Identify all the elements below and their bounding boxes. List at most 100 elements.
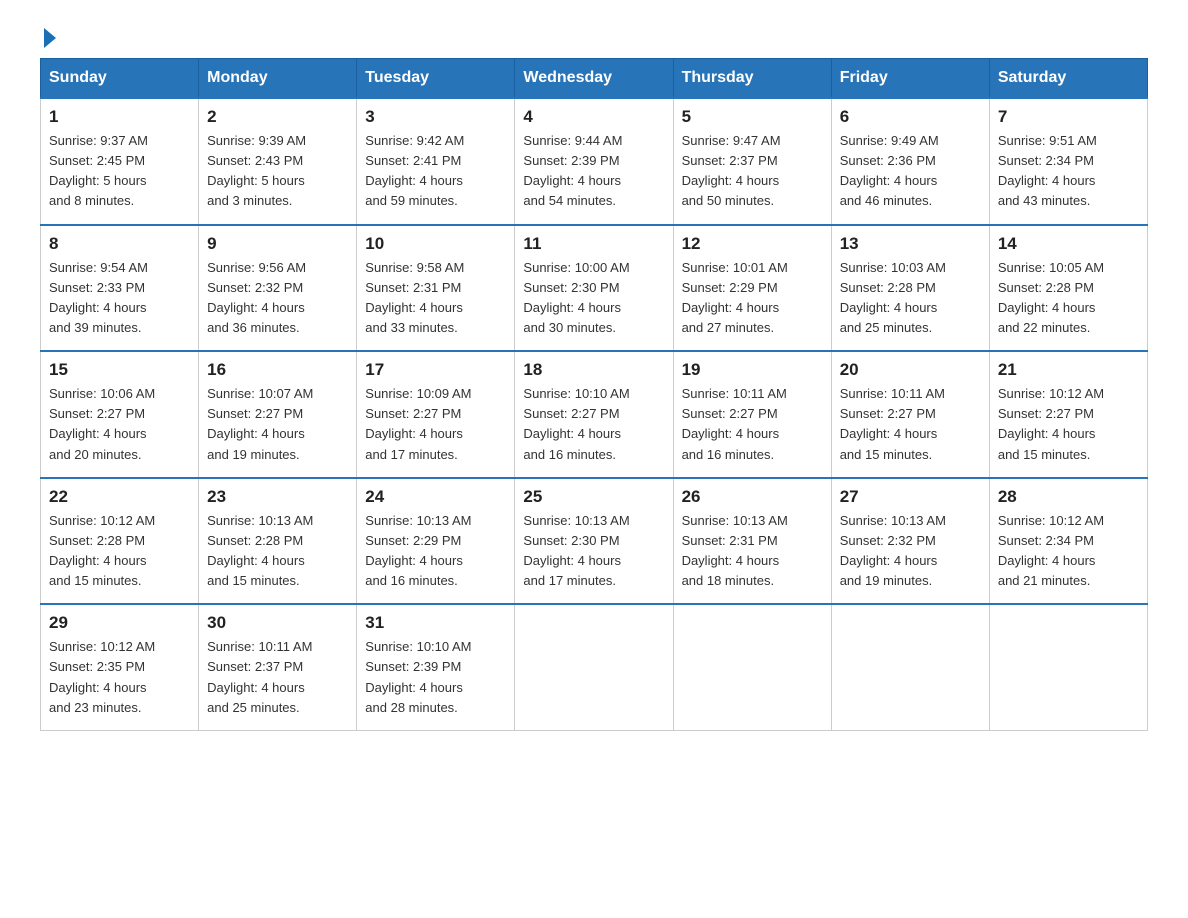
day-info: Sunrise: 10:13 AMSunset: 2:29 PMDaylight… — [365, 511, 506, 592]
calendar-week-2: 8 Sunrise: 9:54 AMSunset: 2:33 PMDayligh… — [41, 225, 1148, 352]
calendar-cell: 6 Sunrise: 9:49 AMSunset: 2:36 PMDayligh… — [831, 98, 989, 225]
calendar-cell: 11 Sunrise: 10:00 AMSunset: 2:30 PMDayli… — [515, 225, 673, 352]
day-info: Sunrise: 9:42 AMSunset: 2:41 PMDaylight:… — [365, 131, 506, 212]
calendar-cell: 26 Sunrise: 10:13 AMSunset: 2:31 PMDayli… — [673, 478, 831, 605]
day-number: 23 — [207, 487, 348, 507]
day-number: 31 — [365, 613, 506, 633]
calendar-cell: 5 Sunrise: 9:47 AMSunset: 2:37 PMDayligh… — [673, 98, 831, 225]
day-info: Sunrise: 10:10 AMSunset: 2:27 PMDaylight… — [523, 384, 664, 465]
day-number: 8 — [49, 234, 190, 254]
calendar-cell: 20 Sunrise: 10:11 AMSunset: 2:27 PMDayli… — [831, 351, 989, 478]
day-info: Sunrise: 10:13 AMSunset: 2:32 PMDaylight… — [840, 511, 981, 592]
day-number: 18 — [523, 360, 664, 380]
page-header — [40, 30, 1148, 48]
day-number: 20 — [840, 360, 981, 380]
day-info: Sunrise: 10:12 AMSunset: 2:27 PMDaylight… — [998, 384, 1139, 465]
day-info: Sunrise: 10:05 AMSunset: 2:28 PMDaylight… — [998, 258, 1139, 339]
day-number: 10 — [365, 234, 506, 254]
day-number: 16 — [207, 360, 348, 380]
calendar-cell: 25 Sunrise: 10:13 AMSunset: 2:30 PMDayli… — [515, 478, 673, 605]
day-info: Sunrise: 9:56 AMSunset: 2:32 PMDaylight:… — [207, 258, 348, 339]
calendar-cell: 18 Sunrise: 10:10 AMSunset: 2:27 PMDayli… — [515, 351, 673, 478]
calendar-cell — [515, 604, 673, 730]
calendar-cell: 30 Sunrise: 10:11 AMSunset: 2:37 PMDayli… — [199, 604, 357, 730]
calendar-cell: 9 Sunrise: 9:56 AMSunset: 2:32 PMDayligh… — [199, 225, 357, 352]
calendar-cell: 19 Sunrise: 10:11 AMSunset: 2:27 PMDayli… — [673, 351, 831, 478]
day-number: 13 — [840, 234, 981, 254]
day-number: 27 — [840, 487, 981, 507]
calendar-cell: 21 Sunrise: 10:12 AMSunset: 2:27 PMDayli… — [989, 351, 1147, 478]
day-number: 6 — [840, 107, 981, 127]
weekday-header-tuesday: Tuesday — [357, 59, 515, 99]
day-number: 2 — [207, 107, 348, 127]
day-info: Sunrise: 10:00 AMSunset: 2:30 PMDaylight… — [523, 258, 664, 339]
calendar-cell: 24 Sunrise: 10:13 AMSunset: 2:29 PMDayli… — [357, 478, 515, 605]
day-number: 12 — [682, 234, 823, 254]
calendar-cell: 27 Sunrise: 10:13 AMSunset: 2:32 PMDayli… — [831, 478, 989, 605]
day-number: 24 — [365, 487, 506, 507]
calendar-cell: 3 Sunrise: 9:42 AMSunset: 2:41 PMDayligh… — [357, 98, 515, 225]
day-number: 22 — [49, 487, 190, 507]
day-info: Sunrise: 10:13 AMSunset: 2:30 PMDaylight… — [523, 511, 664, 592]
calendar-table: SundayMondayTuesdayWednesdayThursdayFrid… — [40, 58, 1148, 731]
day-number: 28 — [998, 487, 1139, 507]
calendar-cell: 10 Sunrise: 9:58 AMSunset: 2:31 PMDaylig… — [357, 225, 515, 352]
day-info: Sunrise: 9:58 AMSunset: 2:31 PMDaylight:… — [365, 258, 506, 339]
weekday-header-row: SundayMondayTuesdayWednesdayThursdayFrid… — [41, 59, 1148, 99]
day-info: Sunrise: 10:13 AMSunset: 2:31 PMDaylight… — [682, 511, 823, 592]
day-info: Sunrise: 10:09 AMSunset: 2:27 PMDaylight… — [365, 384, 506, 465]
day-info: Sunrise: 9:39 AMSunset: 2:43 PMDaylight:… — [207, 131, 348, 212]
day-number: 11 — [523, 234, 664, 254]
day-info: Sunrise: 10:11 AMSunset: 2:27 PMDaylight… — [682, 384, 823, 465]
calendar-cell: 23 Sunrise: 10:13 AMSunset: 2:28 PMDayli… — [199, 478, 357, 605]
calendar-cell: 4 Sunrise: 9:44 AMSunset: 2:39 PMDayligh… — [515, 98, 673, 225]
calendar-cell: 2 Sunrise: 9:39 AMSunset: 2:43 PMDayligh… — [199, 98, 357, 225]
day-info: Sunrise: 10:10 AMSunset: 2:39 PMDaylight… — [365, 637, 506, 718]
calendar-cell: 8 Sunrise: 9:54 AMSunset: 2:33 PMDayligh… — [41, 225, 199, 352]
day-info: Sunrise: 10:11 AMSunset: 2:37 PMDaylight… — [207, 637, 348, 718]
weekday-header-friday: Friday — [831, 59, 989, 99]
calendar-cell: 14 Sunrise: 10:05 AMSunset: 2:28 PMDayli… — [989, 225, 1147, 352]
calendar-week-4: 22 Sunrise: 10:12 AMSunset: 2:28 PMDayli… — [41, 478, 1148, 605]
day-number: 25 — [523, 487, 664, 507]
calendar-cell: 29 Sunrise: 10:12 AMSunset: 2:35 PMDayli… — [41, 604, 199, 730]
logo-triangle-icon — [44, 28, 56, 48]
calendar-cell: 7 Sunrise: 9:51 AMSunset: 2:34 PMDayligh… — [989, 98, 1147, 225]
day-number: 29 — [49, 613, 190, 633]
day-info: Sunrise: 9:49 AMSunset: 2:36 PMDaylight:… — [840, 131, 981, 212]
day-info: Sunrise: 10:13 AMSunset: 2:28 PMDaylight… — [207, 511, 348, 592]
calendar-cell — [989, 604, 1147, 730]
day-info: Sunrise: 10:12 AMSunset: 2:35 PMDaylight… — [49, 637, 190, 718]
calendar-cell: 12 Sunrise: 10:01 AMSunset: 2:29 PMDayli… — [673, 225, 831, 352]
weekday-header-monday: Monday — [199, 59, 357, 99]
day-info: Sunrise: 10:12 AMSunset: 2:28 PMDaylight… — [49, 511, 190, 592]
day-number: 1 — [49, 107, 190, 127]
day-number: 17 — [365, 360, 506, 380]
weekday-header-wednesday: Wednesday — [515, 59, 673, 99]
day-number: 7 — [998, 107, 1139, 127]
day-info: Sunrise: 10:11 AMSunset: 2:27 PMDaylight… — [840, 384, 981, 465]
day-info: Sunrise: 9:44 AMSunset: 2:39 PMDaylight:… — [523, 131, 664, 212]
day-info: Sunrise: 10:12 AMSunset: 2:34 PMDaylight… — [998, 511, 1139, 592]
day-number: 3 — [365, 107, 506, 127]
calendar-cell: 15 Sunrise: 10:06 AMSunset: 2:27 PMDayli… — [41, 351, 199, 478]
day-number: 9 — [207, 234, 348, 254]
day-number: 30 — [207, 613, 348, 633]
day-number: 4 — [523, 107, 664, 127]
calendar-cell: 16 Sunrise: 10:07 AMSunset: 2:27 PMDayli… — [199, 351, 357, 478]
weekday-header-sunday: Sunday — [41, 59, 199, 99]
calendar-cell: 17 Sunrise: 10:09 AMSunset: 2:27 PMDayli… — [357, 351, 515, 478]
day-number: 15 — [49, 360, 190, 380]
day-info: Sunrise: 9:37 AMSunset: 2:45 PMDaylight:… — [49, 131, 190, 212]
logo — [40, 30, 56, 48]
calendar-week-3: 15 Sunrise: 10:06 AMSunset: 2:27 PMDayli… — [41, 351, 1148, 478]
day-number: 26 — [682, 487, 823, 507]
calendar-cell — [673, 604, 831, 730]
day-info: Sunrise: 10:01 AMSunset: 2:29 PMDaylight… — [682, 258, 823, 339]
calendar-cell: 28 Sunrise: 10:12 AMSunset: 2:34 PMDayli… — [989, 478, 1147, 605]
day-info: Sunrise: 10:03 AMSunset: 2:28 PMDaylight… — [840, 258, 981, 339]
day-info: Sunrise: 10:07 AMSunset: 2:27 PMDaylight… — [207, 384, 348, 465]
day-info: Sunrise: 9:51 AMSunset: 2:34 PMDaylight:… — [998, 131, 1139, 212]
calendar-cell: 22 Sunrise: 10:12 AMSunset: 2:28 PMDayli… — [41, 478, 199, 605]
day-info: Sunrise: 9:54 AMSunset: 2:33 PMDaylight:… — [49, 258, 190, 339]
